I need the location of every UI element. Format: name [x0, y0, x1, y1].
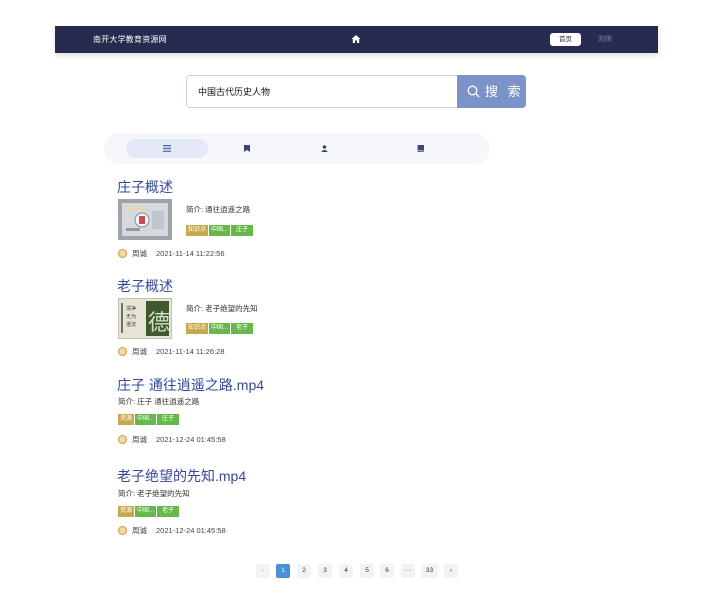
- search-input[interactable]: [187, 76, 457, 107]
- tag-type[interactable]: 知识点: [186, 225, 209, 236]
- search-button-label: 搜 索: [485, 84, 524, 99]
- post-time: 2021-11-14 11:26:28: [156, 347, 225, 356]
- tab-all[interactable]: [126, 139, 208, 158]
- result-tags: 资源 中国... 庄子: [118, 414, 180, 432]
- result-tags: 知识点 中国... 老子: [186, 323, 254, 341]
- result-title[interactable]: 庄子概述: [117, 177, 173, 197]
- author-avatar: [118, 526, 127, 535]
- author-avatar: [118, 249, 127, 258]
- bookmark-icon: [244, 145, 250, 152]
- search-button[interactable]: 搜 索: [457, 75, 526, 108]
- author-avatar: [118, 347, 127, 356]
- page-button[interactable]: 4: [339, 564, 353, 578]
- page-prev-button[interactable]: ‹: [256, 564, 270, 578]
- person-icon: [321, 145, 328, 152]
- result-title[interactable]: 庄子 通往逍遥之路.mp4: [117, 375, 264, 395]
- site-brand[interactable]: 南开大学教育资源网: [93, 34, 167, 45]
- search-bar: 搜 索: [186, 75, 526, 108]
- list-icon: [163, 145, 171, 152]
- result-meta: 周诚 2021-11-14 11:26:28: [118, 346, 225, 357]
- top-navbar: 南开大学教育资源网 首页 刘帅: [55, 26, 658, 53]
- page-button[interactable]: 6: [380, 564, 394, 578]
- author-name[interactable]: 周诚: [132, 347, 147, 356]
- nav-user-name[interactable]: 刘帅: [598, 34, 612, 44]
- post-time: 2021-12-24 01:45:58: [156, 435, 226, 444]
- page-button[interactable]: 1: [276, 564, 290, 578]
- tag-subject[interactable]: 老子: [231, 323, 254, 334]
- result-title[interactable]: 老子概述: [117, 276, 173, 296]
- result-tags: 知识点 中国... 庄子: [186, 225, 254, 243]
- svg-text:清净: 清净: [126, 305, 136, 312]
- post-time: 2021-12-24 01:45:58: [156, 526, 226, 535]
- tag-category[interactable]: 中国...: [135, 414, 157, 425]
- result-thumbnail[interactable]: [118, 199, 172, 240]
- result-item: 庄子 通往逍遥之路.mp4 简介: 庄子 通往逍遥之路 资源 中国... 庄子 周诚…: [117, 375, 264, 444]
- tag-subject[interactable]: 老子: [157, 506, 180, 517]
- page-next-button[interactable]: ›: [444, 564, 458, 578]
- tag-category[interactable]: 中国...: [135, 506, 157, 517]
- search-icon: [467, 85, 480, 98]
- page-ellipsis[interactable]: ···: [401, 564, 415, 578]
- author-avatar: [118, 435, 127, 444]
- tag-subject[interactable]: 庄子: [157, 414, 180, 425]
- page-button[interactable]: 5: [360, 564, 374, 578]
- result-tags: 资源 中国... 老子: [118, 506, 180, 524]
- page-button[interactable]: 3: [318, 564, 332, 578]
- tag-type[interactable]: 资源: [118, 414, 135, 425]
- result-description: 简介: 老子绝望的先知: [118, 489, 190, 498]
- tag-category[interactable]: 中国...: [209, 225, 231, 236]
- result-meta: 周诚 2021-12-24 01:45:58: [118, 434, 226, 445]
- tag-subject[interactable]: 庄子: [231, 225, 254, 236]
- tab-people[interactable]: [282, 139, 364, 158]
- result-meta: 周诚 2021-11-14 11:22:56: [118, 248, 225, 259]
- home-icon[interactable]: [351, 34, 361, 44]
- svg-text:无为: 无为: [126, 313, 136, 320]
- post-time: 2021-11-14 11:22:56: [156, 249, 225, 258]
- book-icon: [417, 145, 424, 152]
- result-item: 老子概述 清净 无为 道法 德 简介: 老子绝望的先知 知识点 中国... 老子 周…: [117, 276, 258, 356]
- tab-knowledge[interactable]: [204, 139, 286, 158]
- result-item: 老子绝望的先知.mp4 简介: 老子绝望的先知 资源 中国... 老子 周诚 2021…: [117, 466, 246, 535]
- result-title[interactable]: 老子绝望的先知.mp4: [117, 466, 246, 486]
- svg-text:道法: 道法: [126, 321, 136, 328]
- result-item: 庄子概述 简介: 通往逍遥之路 知识点 中国... 庄子 周诚 2021-11-14 …: [117, 177, 254, 258]
- svg-text:德: 德: [148, 311, 170, 336]
- author-name[interactable]: 周诚: [132, 526, 147, 535]
- result-description: 简介: 庄子 通往逍遥之路: [118, 397, 200, 406]
- page-button[interactable]: 33: [421, 564, 438, 578]
- author-name[interactable]: 周诚: [132, 249, 147, 258]
- tab-resources[interactable]: [378, 139, 460, 158]
- tag-type[interactable]: 资源: [118, 506, 135, 517]
- tag-type[interactable]: 知识点: [186, 323, 209, 334]
- tag-category[interactable]: 中国...: [209, 323, 231, 334]
- nav-home-button[interactable]: 首页: [550, 33, 581, 46]
- result-description: 简介: 老子绝望的先知: [186, 304, 258, 313]
- category-tabs: [104, 133, 490, 164]
- author-name[interactable]: 周诚: [132, 435, 147, 444]
- result-meta: 周诚 2021-12-24 01:45:58: [118, 525, 226, 536]
- page-button[interactable]: 2: [297, 564, 311, 578]
- result-thumbnail[interactable]: 清净 无为 道法 德: [118, 298, 172, 339]
- result-description: 简介: 通往逍遥之路: [186, 205, 251, 214]
